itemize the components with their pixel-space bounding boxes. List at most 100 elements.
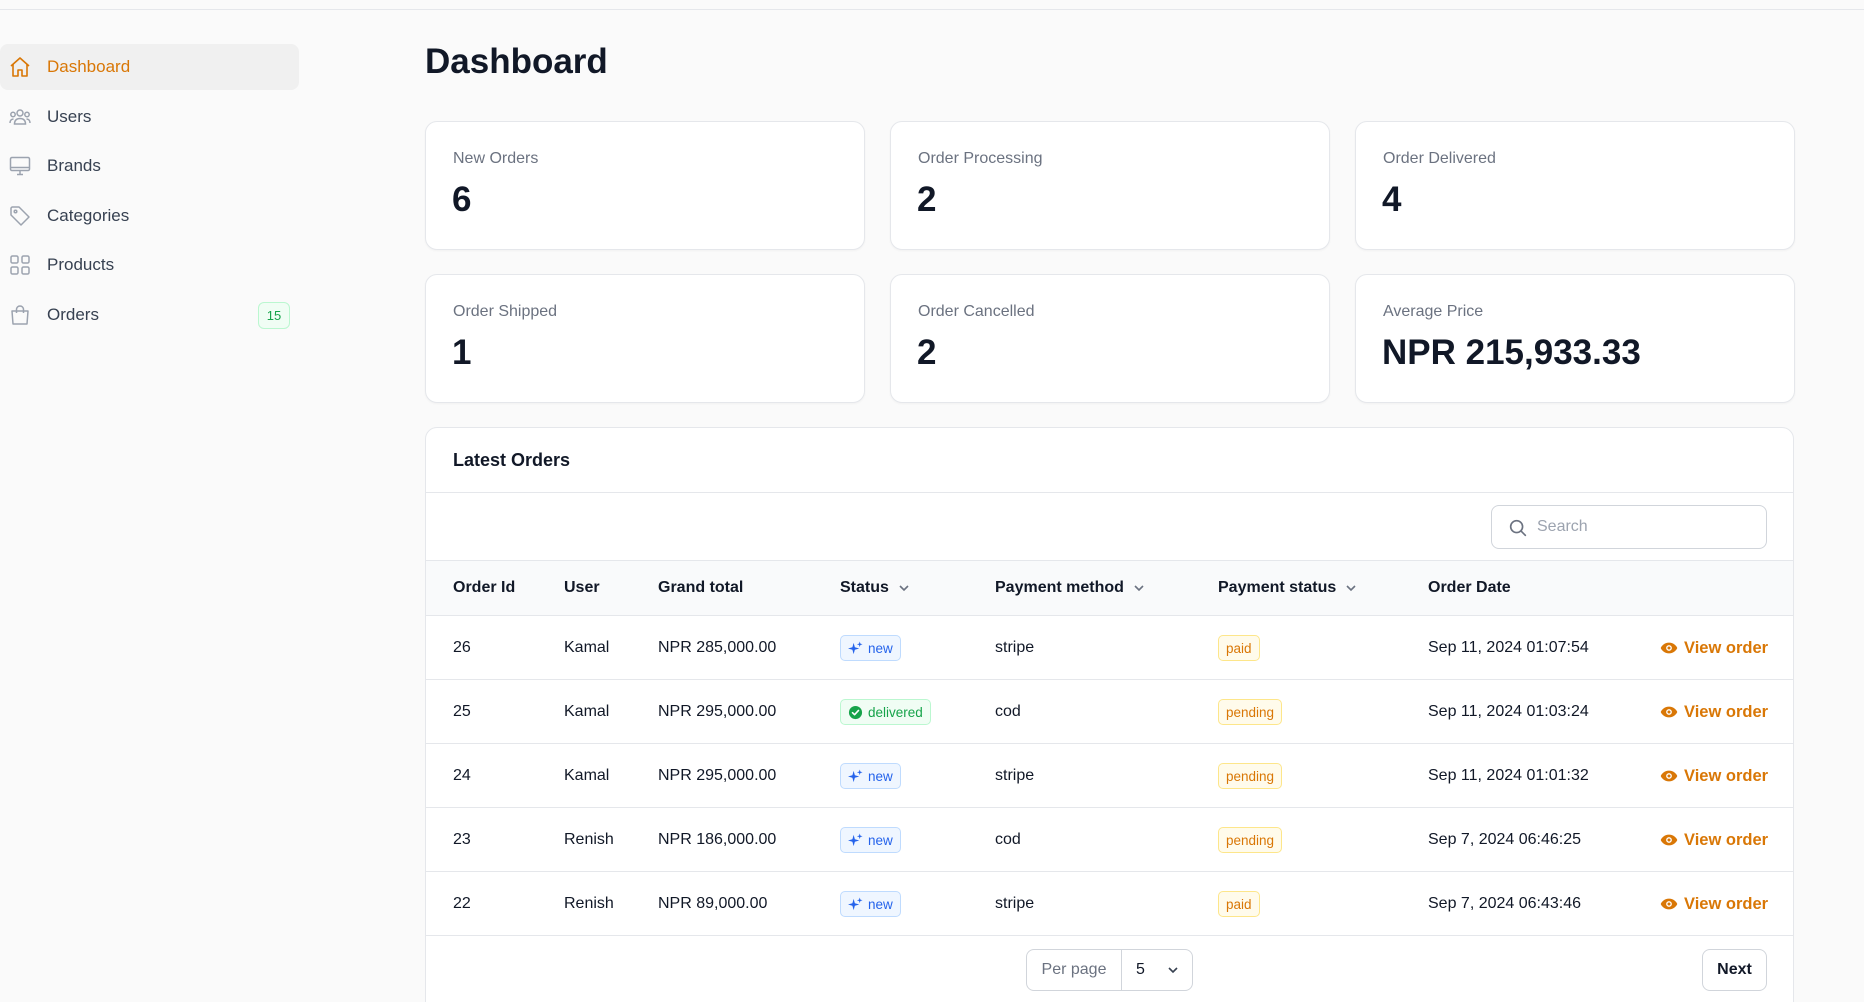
user-cell: Kamal — [564, 767, 610, 784]
payment-method-cell: stripe — [995, 639, 1035, 656]
status-label: delivered — [868, 704, 923, 720]
sidebar-item-label: Orders — [47, 304, 99, 324]
eye-icon — [1660, 767, 1678, 785]
column-label: Order Id — [453, 579, 516, 596]
view-order-link[interactable]: View order — [1660, 703, 1768, 722]
next-page-button[interactable]: Next — [1702, 949, 1767, 991]
payment-method-cell: stripe — [995, 895, 1035, 912]
payment-status-badge: pending — [1218, 699, 1283, 725]
eye-icon — [1660, 895, 1678, 913]
status-label: new — [868, 832, 893, 848]
column-order-id[interactable]: Order Id — [453, 561, 515, 615]
stat-card-average-price: Average Price NPR 215,933.33 — [1355, 274, 1795, 403]
latest-orders-panel: Latest Orders Order Id User Grand total … — [425, 427, 1794, 1002]
table-header: Order Id User Grand total Status Payment… — [426, 560, 1793, 616]
grand-total-cell: NPR 285,000.00 — [658, 639, 777, 656]
column-label: Status — [840, 579, 889, 596]
order-date-cell: Sep 11, 2024 01:01:32 — [1428, 767, 1589, 784]
check-circle-icon — [848, 705, 863, 720]
eye-icon — [1660, 831, 1678, 849]
payment-status-cell: pending — [1218, 808, 1283, 872]
sidebar-item-brands[interactable]: Brands — [0, 143, 299, 189]
order-id-cell: 22 — [453, 895, 471, 912]
status-cell: delivered — [840, 680, 931, 744]
stat-value: NPR 215,933.33 — [1382, 333, 1641, 372]
stat-label: Order Cancelled — [918, 303, 1035, 320]
user-cell: Kamal — [564, 703, 610, 720]
per-page-control: Per page 5 — [1026, 949, 1193, 991]
order-date-cell: Sep 11, 2024 01:07:54 — [1428, 639, 1589, 656]
stat-label: Order Shipped — [453, 303, 558, 320]
chevron-down-icon — [1344, 581, 1358, 595]
top-bar — [0, 0, 1864, 10]
payment-status-badge: paid — [1218, 635, 1260, 661]
divider — [426, 492, 1793, 493]
stat-value: 2 — [917, 180, 937, 219]
column-status[interactable]: Status — [840, 561, 911, 615]
sparkles-icon — [848, 896, 863, 912]
column-order-date[interactable]: Order Date — [1428, 561, 1511, 615]
stat-label: Average Price — [1383, 303, 1484, 320]
table-row: 24 Kamal NPR 295,000.00 new stripe pendi… — [426, 744, 1793, 808]
status-badge: new — [840, 827, 901, 853]
status-cell: new — [840, 616, 901, 680]
sidebar-item-dashboard[interactable]: Dashboard — [0, 44, 299, 90]
view-order-link[interactable]: View order — [1660, 831, 1768, 850]
user-cell: Renish — [564, 831, 614, 848]
eye-icon — [1660, 703, 1678, 721]
sidebar-item-orders[interactable]: Orders 15 — [0, 292, 299, 338]
per-page-select[interactable]: 5 — [1122, 950, 1192, 990]
orders-count-badge: 15 — [258, 301, 290, 329]
column-grand-total[interactable]: Grand total — [658, 561, 743, 615]
payment-status-badge: pending — [1218, 763, 1283, 789]
sidebar-item-users[interactable]: Users — [0, 94, 299, 140]
status-badge: new — [840, 763, 901, 789]
payment-status-cell: paid — [1218, 872, 1260, 936]
order-id-cell: 23 — [453, 831, 471, 848]
search-input[interactable] — [1537, 506, 1757, 548]
view-order-cell: View order — [1660, 872, 1768, 936]
grand-total-cell: NPR 295,000.00 — [658, 767, 777, 784]
order-date-cell: Sep 7, 2024 06:46:25 — [1428, 831, 1582, 848]
column-label: Grand total — [658, 579, 744, 596]
stat-value: 6 — [452, 180, 472, 219]
stat-label: Order Processing — [918, 150, 1043, 167]
view-order-link[interactable]: View order — [1660, 639, 1768, 658]
stat-value: 1 — [452, 333, 472, 372]
stat-card-order-shipped: Order Shipped 1 — [425, 274, 865, 403]
view-order-label: View order — [1684, 638, 1769, 657]
chevron-down-icon — [1132, 581, 1146, 595]
column-user[interactable]: User — [564, 561, 600, 615]
order-id-cell: 26 — [453, 639, 471, 656]
status-badge: delivered — [840, 699, 931, 725]
per-page-label: Per page — [1027, 950, 1122, 990]
page-title: Dashboard — [425, 42, 608, 81]
status-label: new — [868, 896, 893, 912]
payment-method-cell: stripe — [995, 767, 1035, 784]
view-order-link[interactable]: View order — [1660, 767, 1768, 786]
column-payment-method[interactable]: Payment method — [995, 561, 1146, 615]
column-payment-status[interactable]: Payment status — [1218, 561, 1358, 615]
stat-card-new-orders: New Orders 6 — [425, 121, 865, 250]
sparkles-icon — [848, 640, 863, 656]
view-order-cell: View order — [1660, 680, 1768, 744]
user-cell: Kamal — [564, 639, 610, 656]
monitor-icon — [8, 154, 32, 178]
sidebar-item-products[interactable]: Products — [0, 242, 299, 288]
shopping-bag-icon — [8, 303, 32, 327]
panel-title: Latest Orders — [453, 450, 571, 470]
table-row: 22 Renish NPR 89,000.00 new stripe paid … — [426, 872, 1793, 936]
grand-total-cell: NPR 186,000.00 — [658, 831, 777, 848]
table-row: 23 Renish NPR 186,000.00 new cod pending… — [426, 808, 1793, 872]
status-badge: new — [840, 635, 901, 661]
stat-card-order-cancelled: Order Cancelled 2 — [890, 274, 1330, 403]
sparkles-icon — [848, 768, 863, 784]
payment-method-cell: cod — [995, 703, 1021, 720]
view-order-label: View order — [1684, 702, 1769, 721]
view-order-link[interactable]: View order — [1660, 895, 1768, 914]
sidebar-item-categories[interactable]: Categories — [0, 193, 299, 239]
order-id-cell: 24 — [453, 767, 471, 784]
grid-icon — [8, 253, 32, 277]
view-order-label: View order — [1684, 830, 1769, 849]
table-row: 26 Kamal NPR 285,000.00 new stripe paid … — [426, 616, 1793, 680]
